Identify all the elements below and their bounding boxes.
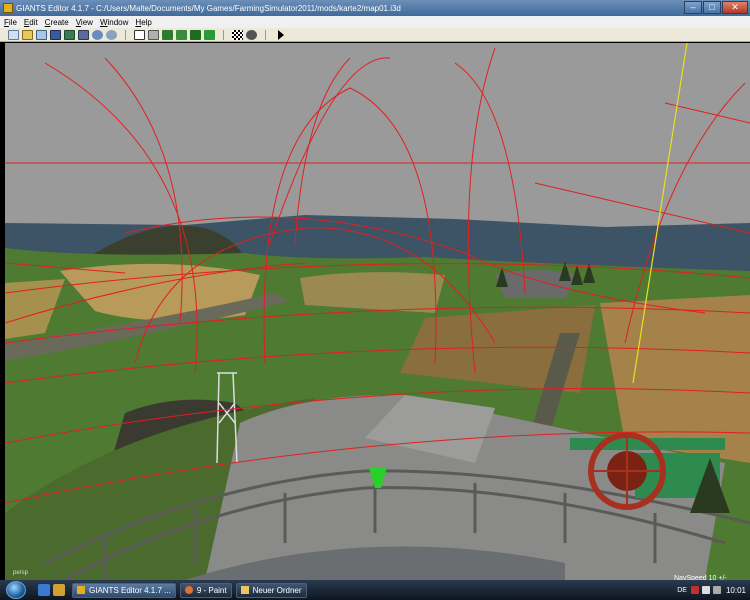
menu-create-label: reate bbox=[50, 17, 69, 27]
task-label: GIANTS Editor 4.1.7 ... bbox=[89, 585, 171, 595]
paint-icon bbox=[184, 586, 193, 594]
quick-launch bbox=[38, 584, 68, 596]
new-icon[interactable] bbox=[8, 29, 19, 40]
toolbar bbox=[0, 28, 750, 42]
menu-window-accel: W bbox=[99, 17, 108, 27]
task-giants-editor[interactable]: GIANTS Editor 4.1.7 ... bbox=[72, 582, 176, 598]
close-button[interactable]: ✕ bbox=[722, 1, 748, 14]
minimize-button[interactable]: – bbox=[684, 1, 702, 14]
move-icon[interactable] bbox=[148, 29, 159, 40]
show-desktop-icon[interactable] bbox=[38, 584, 50, 596]
open-icon[interactable] bbox=[22, 29, 33, 40]
gear-icon[interactable] bbox=[246, 29, 257, 40]
sky bbox=[5, 43, 750, 243]
menu-help-label: elp bbox=[141, 17, 152, 27]
camera-label: persp bbox=[13, 570, 29, 576]
network-icon[interactable] bbox=[701, 586, 710, 594]
menu-help[interactable]: Help bbox=[135, 18, 151, 27]
language-indicator[interactable]: DE bbox=[677, 587, 687, 594]
folder-icon bbox=[240, 586, 249, 594]
toolbar-separator bbox=[125, 29, 126, 40]
menu-file-label: ile bbox=[8, 17, 17, 27]
task-label: Neuer Ordner bbox=[252, 585, 302, 595]
menu-file[interactable]: File bbox=[4, 18, 17, 27]
menu-bar: File Edit Create View Window Help bbox=[0, 16, 750, 28]
volume-icon[interactable] bbox=[712, 586, 721, 594]
task-paint[interactable]: 9 - Paint bbox=[179, 582, 232, 598]
redo-icon[interactable] bbox=[106, 29, 117, 40]
window-controls: – □ ✕ bbox=[683, 1, 748, 15]
clock[interactable]: 10:01 bbox=[726, 586, 746, 595]
toolbar-separator bbox=[223, 29, 224, 40]
select-icon[interactable] bbox=[134, 29, 145, 40]
window-title: GIANTS Editor 4.1.7 - C:/Users/Malte/Doc… bbox=[16, 3, 401, 13]
scene-canvas[interactable] bbox=[5, 43, 750, 580]
undo-icon[interactable] bbox=[92, 29, 103, 40]
tree-paint-icon[interactable] bbox=[204, 29, 215, 40]
title-bar[interactable]: GIANTS Editor 4.1.7 - C:/Users/Malte/Doc… bbox=[0, 0, 750, 16]
menu-window-label: indow bbox=[107, 17, 129, 27]
terrain-sculpt-icon[interactable] bbox=[176, 29, 187, 40]
import-icon[interactable] bbox=[36, 29, 47, 40]
giants-editor-icon bbox=[77, 586, 85, 594]
menu-edit[interactable]: Edit bbox=[24, 18, 38, 27]
antivirus-icon[interactable] bbox=[690, 586, 699, 594]
menu-window[interactable]: Window bbox=[100, 18, 128, 27]
start-button[interactable] bbox=[6, 581, 26, 599]
save-icon[interactable] bbox=[50, 29, 61, 40]
3d-viewport[interactable]: persp bbox=[5, 43, 750, 580]
menu-edit-label: dit bbox=[29, 17, 38, 27]
terrain-paint-icon[interactable] bbox=[162, 29, 173, 40]
task-label: 9 - Paint bbox=[196, 585, 227, 595]
checker-icon[interactable] bbox=[232, 29, 243, 40]
foliage-paint-icon[interactable] bbox=[190, 29, 201, 40]
menu-create[interactable]: Create bbox=[45, 18, 69, 27]
play-icon[interactable] bbox=[278, 29, 284, 40]
menu-view-label: iew bbox=[80, 17, 93, 27]
toolbar-separator bbox=[265, 29, 266, 40]
explorer-icon[interactable] bbox=[53, 584, 65, 596]
giants-editor-app-icon[interactable] bbox=[3, 3, 13, 13]
system-tray: DE 10:01 bbox=[677, 580, 750, 600]
maximize-button[interactable]: □ bbox=[703, 1, 721, 14]
task-folder[interactable]: Neuer Ordner bbox=[235, 582, 307, 598]
menu-view[interactable]: View bbox=[76, 18, 93, 27]
save-all-icon[interactable] bbox=[64, 29, 75, 40]
giants-editor-window: GIANTS Editor 4.1.7 - C:/Users/Malte/Doc… bbox=[0, 0, 750, 600]
export-icon[interactable] bbox=[78, 29, 89, 40]
windows-taskbar: GIANTS Editor 4.1.7 ... 9 - Paint Neuer … bbox=[0, 580, 750, 600]
